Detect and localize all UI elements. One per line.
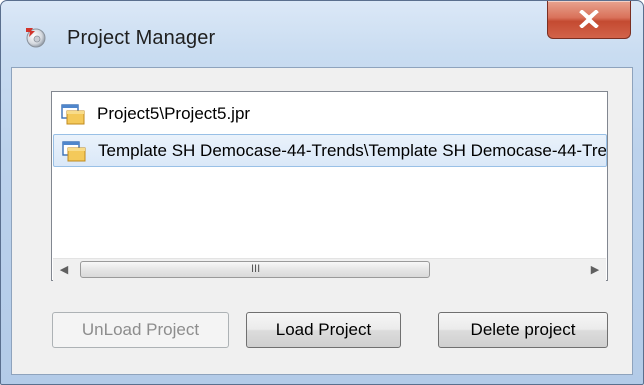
scroll-thumb[interactable]: III — [80, 261, 430, 278]
project-list-item[interactable]: Project5\Project5.jpr — [53, 98, 607, 131]
project-folder-icon — [61, 104, 85, 125]
window-title: Project Manager — [67, 27, 216, 49]
scroll-right-arrow-icon[interactable]: ▶ — [584, 259, 606, 281]
load-project-button[interactable]: Load Project — [246, 312, 401, 348]
scroll-left-arrow-icon[interactable]: ◀ — [53, 259, 75, 281]
project-item-label: Template SH Democase-44-Trends\Template … — [98, 141, 607, 160]
project-item-label: Project5\Project5.jpr — [97, 104, 251, 123]
scroll-grip-icon: III — [251, 263, 261, 275]
horizontal-scrollbar[interactable]: ◀ III ▶ — [53, 258, 606, 281]
close-x-icon — [579, 10, 599, 28]
delete-project-button[interactable]: Delete project — [438, 312, 608, 348]
unload-project-button[interactable]: UnLoad Project — [52, 312, 229, 348]
close-button[interactable] — [547, 1, 631, 39]
title-bar[interactable]: Project Manager — [1, 1, 643, 67]
project-folder-icon — [62, 141, 86, 162]
project-manager-window: Project Manager Project5\Project5.jpr Te… — [0, 0, 644, 385]
project-list-item-selected[interactable]: Template SH Democase-44-Trends\Template … — [53, 134, 607, 167]
project-list[interactable]: Project5\Project5.jpr Template SH Democa… — [51, 91, 608, 281]
dialog-body: Project5\Project5.jpr Template SH Democa… — [11, 67, 633, 375]
app-logo-icon — [26, 28, 46, 48]
